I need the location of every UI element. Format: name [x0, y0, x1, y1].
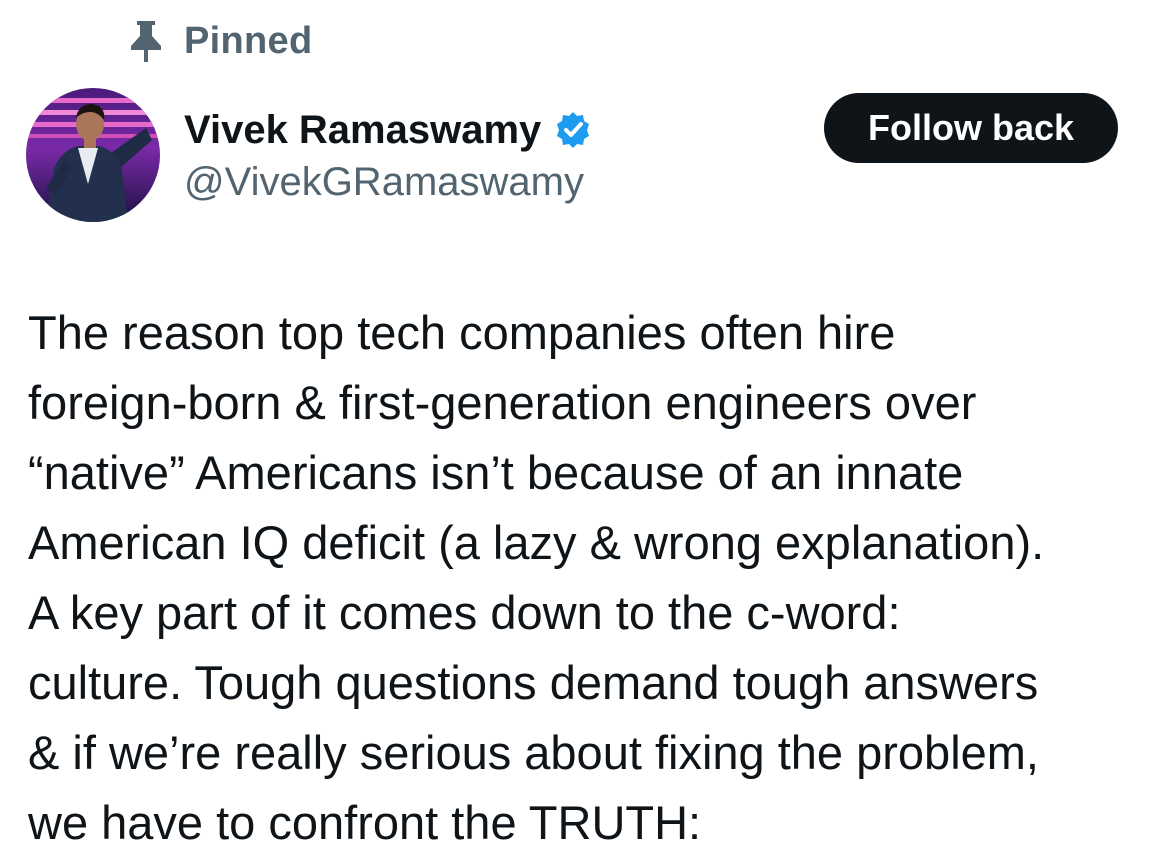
tweet-line: we have to confront the TRUTH:: [28, 796, 702, 849]
avatar[interactable]: [26, 88, 160, 222]
author-handle[interactable]: @VivekGRamaswamy: [184, 160, 593, 205]
author-name-row: Vivek Ramaswamy: [184, 102, 593, 158]
tweet-line: A key part of it comes down to the c-wor…: [28, 586, 901, 639]
tweet-line: & if we’re really serious about fixing t…: [28, 726, 1039, 779]
author-block: Vivek Ramaswamy @VivekGRamaswamy: [184, 102, 593, 205]
pinned-label: Pinned: [184, 19, 313, 62]
tweet-line: culture. Tough questions demand tough an…: [28, 656, 1039, 709]
follow-back-button[interactable]: Follow back: [824, 93, 1118, 163]
tweet-line: foreign-born & first-generation engineer…: [28, 376, 977, 429]
pin-icon: [128, 19, 164, 63]
pinned-indicator: Pinned: [128, 18, 312, 64]
display-name[interactable]: Vivek Ramaswamy: [184, 108, 541, 153]
tweet-line: American IQ deficit (a lazy & wrong expl…: [28, 516, 1045, 569]
tweet-line: “native” Americans isn’t because of an i…: [28, 446, 964, 499]
tweet-text: The reason top tech companies often hire…: [28, 298, 1158, 858]
verified-badge-icon[interactable]: [553, 110, 593, 150]
tweet-line: The reason top tech companies often hire: [28, 306, 896, 359]
